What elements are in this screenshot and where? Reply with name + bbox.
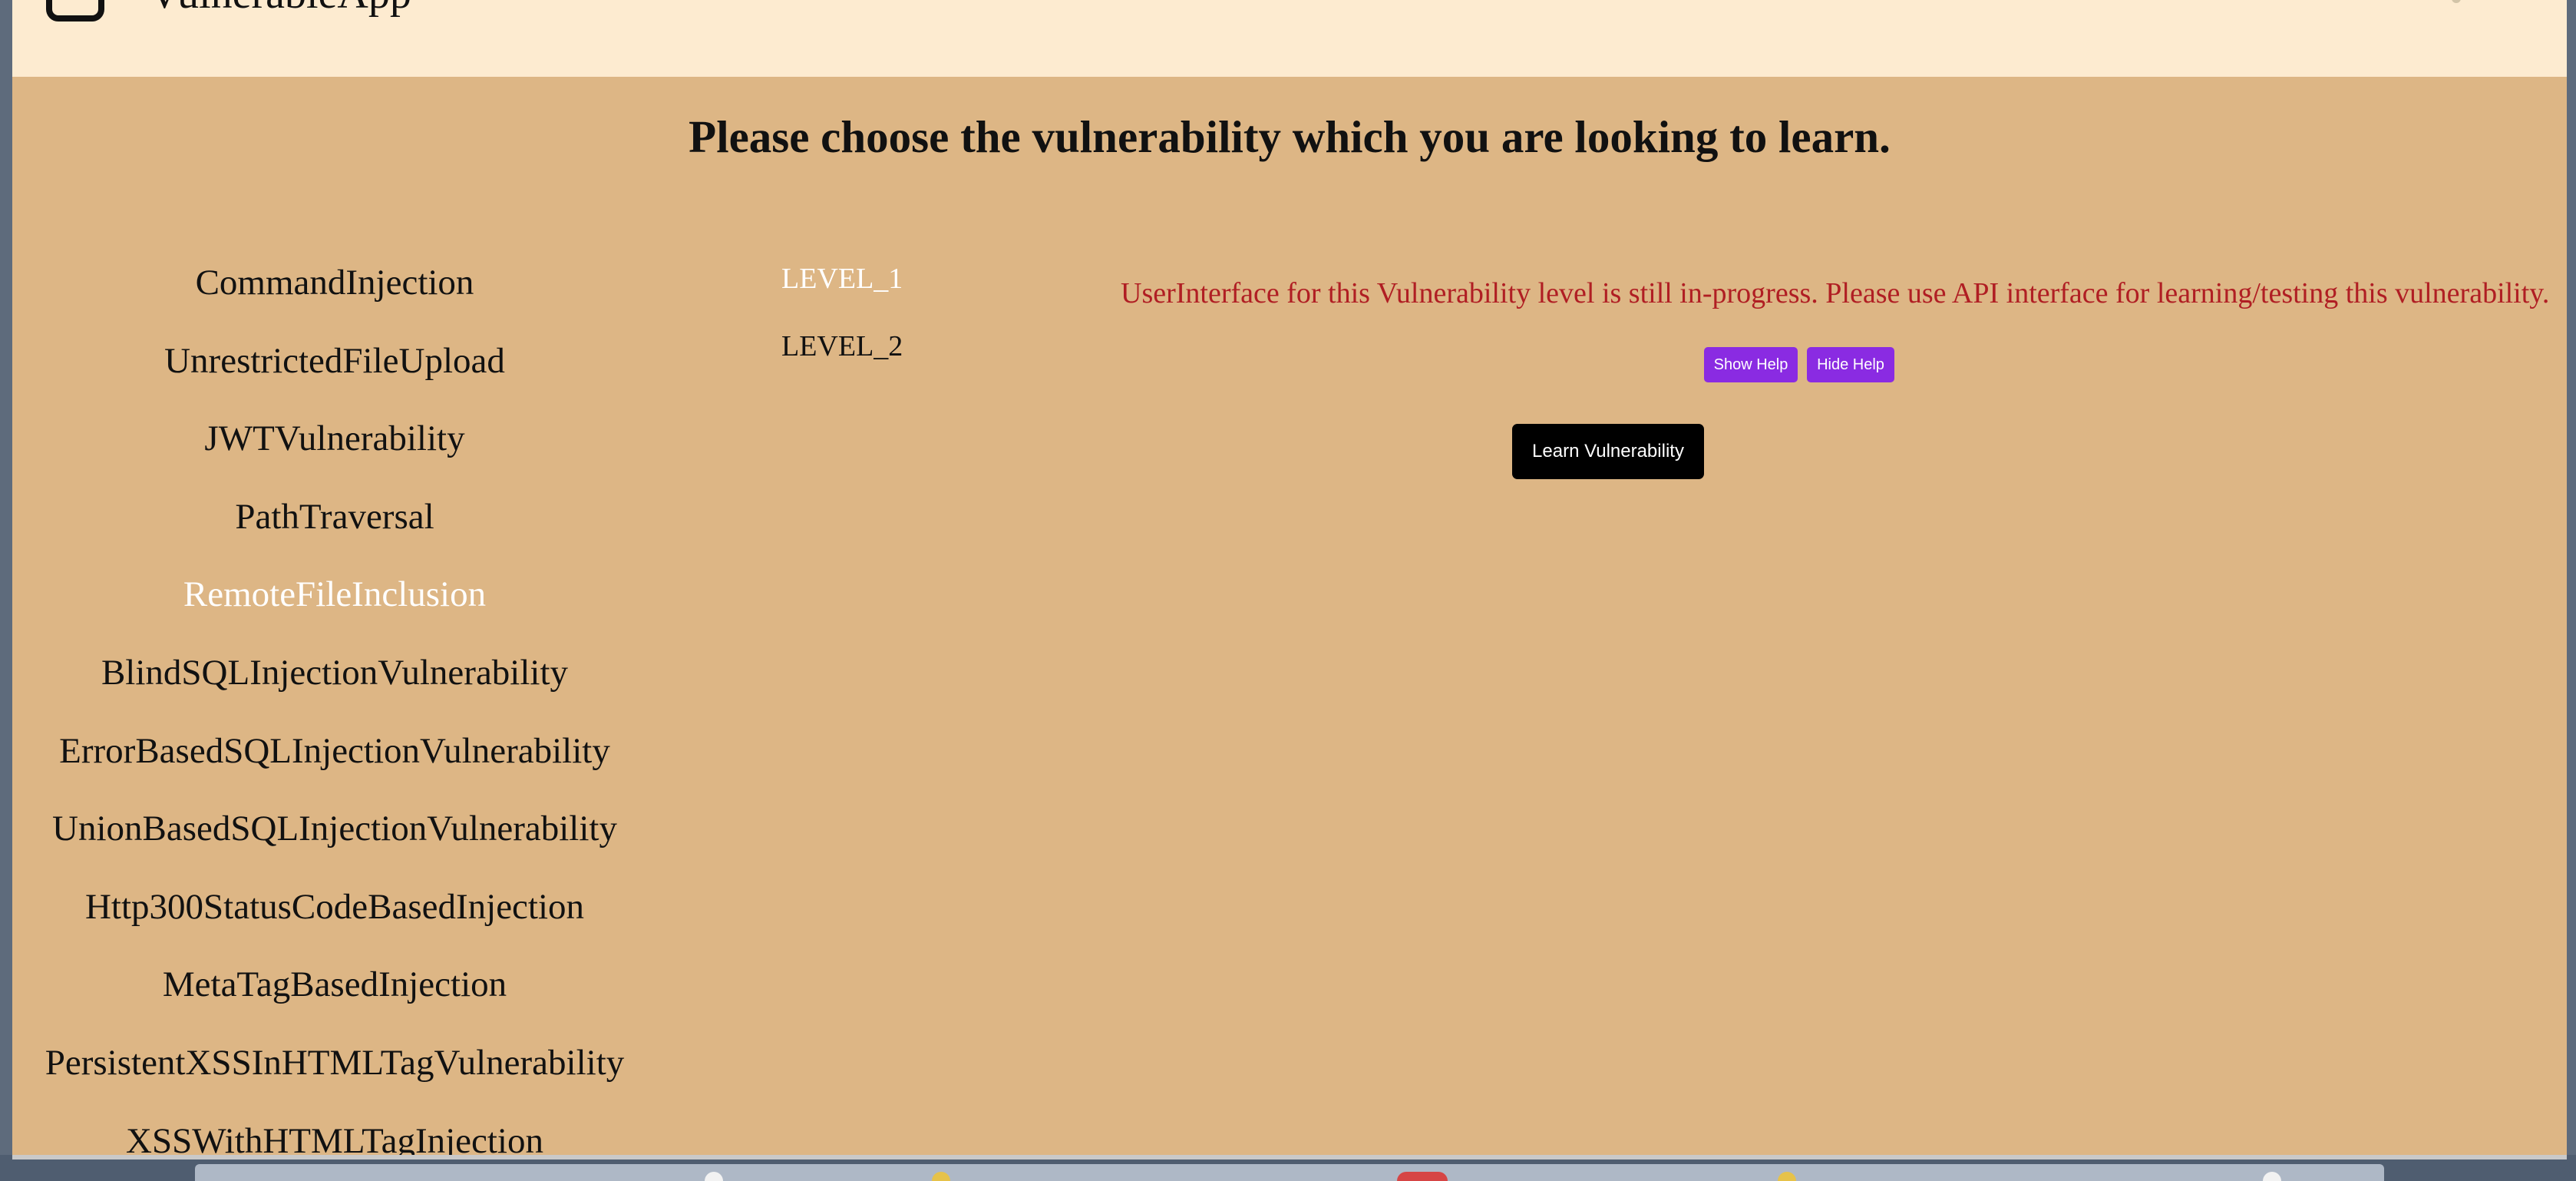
vulnerability-item-remote-file-inclusion[interactable]: RemoteFileInclusion	[12, 570, 657, 648]
dock-app-icon[interactable]	[1397, 1172, 1448, 1181]
learn-vulnerability-button[interactable]: Learn Vulnerability	[1512, 424, 1704, 479]
vulnerability-item-blind-sql-injection[interactable]: BlindSQLInjectionVulnerability	[12, 648, 657, 726]
desktop-dock-area	[0, 1155, 2576, 1181]
window-bottom-edge	[12, 1155, 2567, 1159]
vulnerability-item-xss-html-tag-injection[interactable]: XSSWithHTMLTagInjection	[12, 1116, 657, 1155]
status-message: UserInterface for this Vulnerability lev…	[1121, 277, 2550, 309]
vulnerability-item-error-based-sql-injection[interactable]: ErrorBasedSQLInjectionVulnerability	[12, 726, 657, 805]
app-logo-icon	[46, 0, 104, 22]
vulnerability-item-command-injection[interactable]: CommandInjection	[12, 258, 657, 336]
app-header: VulnerableApp	[12, 0, 2567, 77]
dock	[195, 1164, 2384, 1181]
hide-help-button[interactable]: Hide Help	[1807, 347, 1894, 382]
level-list: LEVEL_1 LEVEL_2	[781, 260, 903, 395]
menu-icon[interactable]	[2452, 0, 2461, 3]
vulnerability-item-http300-status-code-injection[interactable]: Http300StatusCodeBasedInjection	[12, 882, 657, 961]
vulnerability-item-union-based-sql-injection[interactable]: UnionBasedSQLInjectionVulnerability	[12, 804, 657, 882]
vulnerability-item-unrestricted-file-upload[interactable]: UnrestrictedFileUpload	[12, 336, 657, 415]
vulnerability-item-path-traversal[interactable]: PathTraversal	[12, 492, 657, 571]
app-title: VulnerableApp	[149, 0, 411, 15]
vulnerability-item-persistent-xss-html-tag[interactable]: PersistentXSSInHTMLTagVulnerability	[12, 1038, 657, 1116]
level-item-1[interactable]: LEVEL_1	[781, 260, 903, 327]
page-title: Please choose the vulnerability which yo…	[689, 111, 1891, 162]
level-item-2[interactable]: LEVEL_2	[781, 327, 903, 395]
show-help-button[interactable]: Show Help	[1704, 347, 1798, 382]
vulnerability-list: CommandInjection UnrestrictedFileUpload …	[12, 258, 657, 1155]
app-window: VulnerableApp Please choose the vulnerab…	[12, 0, 2567, 1155]
vulnerability-item-jwt-vulnerability[interactable]: JWTVulnerability	[12, 414, 657, 492]
vulnerability-item-meta-tag-injection[interactable]: MetaTagBasedInjection	[12, 960, 657, 1038]
